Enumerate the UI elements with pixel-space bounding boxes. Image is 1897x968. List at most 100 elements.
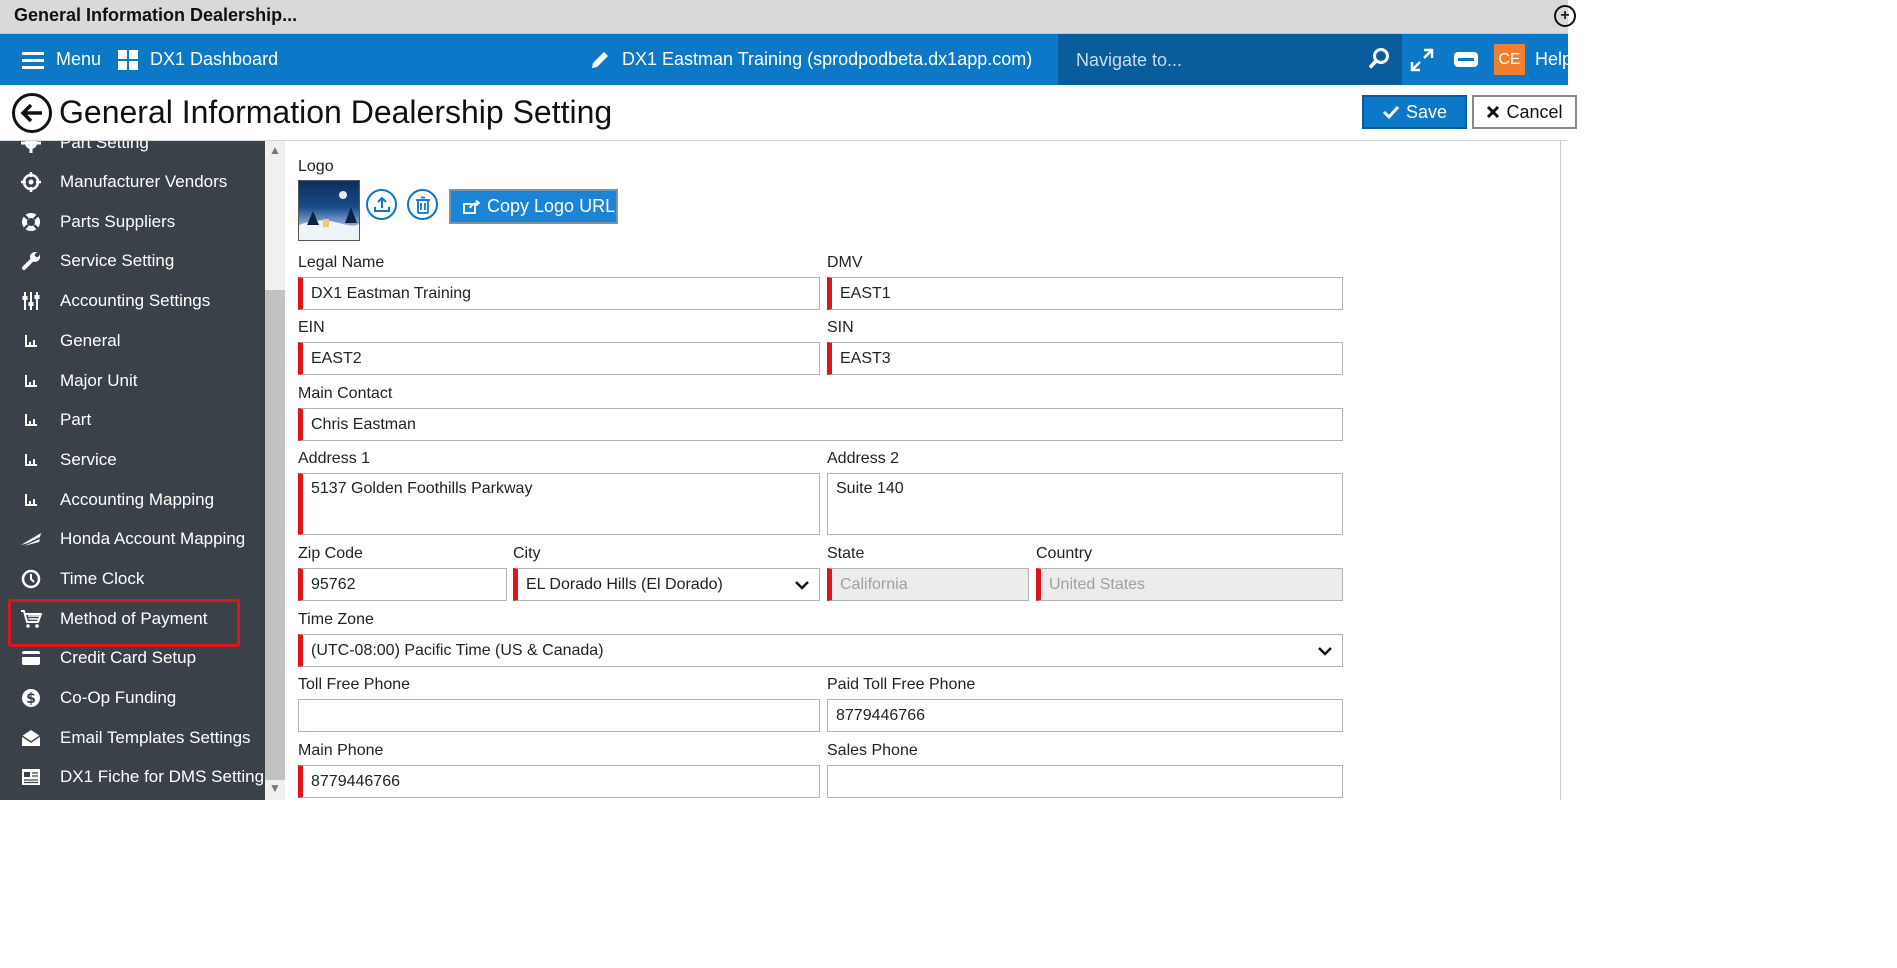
address1-field[interactable]: 5137 Golden Foothills Parkway (298, 473, 820, 535)
credit-card-icon (20, 647, 42, 669)
state-label: State (827, 545, 865, 562)
check-icon (1382, 105, 1400, 120)
save-button[interactable]: Save (1362, 95, 1467, 129)
newspaper-icon (20, 766, 42, 788)
dashboard-link[interactable]: DX1 Dashboard (118, 34, 278, 85)
dmv-field[interactable]: EAST1 (827, 277, 1343, 310)
sidebar-item-manufacturer-vendors[interactable]: Manufacturer Vendors (0, 162, 265, 202)
window-title: General Information Dealership... (14, 5, 298, 25)
general-info-form: Logo Copy Logo URL Legal Name DX1 Eastma… (285, 141, 1568, 800)
lifebuoy-icon (20, 211, 42, 233)
page-scrollbar[interactable] (1560, 141, 1568, 800)
sales-phone-label: Sales Phone (827, 742, 918, 759)
ein-label: EIN (298, 319, 325, 336)
chat-button[interactable] (1453, 34, 1479, 85)
sidebar-item-label: Part (60, 410, 92, 429)
city-select[interactable]: EL Dorado Hills (El Dorado) (513, 568, 820, 601)
city-label: City (513, 545, 541, 562)
ein-field[interactable]: EAST2 (298, 342, 820, 375)
sidebar-item-accounting-mapping[interactable]: Accounting Mapping (0, 480, 265, 520)
main-phone-field[interactable]: 8779446766 (298, 765, 820, 798)
trash-icon (415, 196, 430, 214)
sidebar-item-label: General (60, 331, 121, 350)
sidebar-item-honda-account-mapping[interactable]: Honda Account Mapping (0, 519, 265, 559)
upload-icon (373, 196, 390, 212)
sidebar-item-service-setting[interactable]: Service Setting (0, 241, 265, 281)
state-field: California (827, 568, 1029, 601)
chat-icon (1454, 51, 1478, 67)
help-label: Help (1535, 49, 1573, 69)
sidebar-item-label: Accounting Mapping (60, 490, 215, 509)
sidebar-item-label: Service Setting (60, 251, 175, 270)
sidebar-item-accounting-settings[interactable]: Accounting Settings (0, 281, 265, 321)
sidebar-item-label: Time Clock (60, 569, 145, 588)
app-topbar: Menu DX1 Dashboard DX1 Eastman Training … (0, 34, 1572, 85)
delete-logo-button[interactable] (407, 189, 438, 220)
small-chart-icon (20, 489, 42, 511)
dollar-icon: $ (20, 687, 42, 709)
zip-field[interactable]: 95762 (298, 568, 507, 601)
cancel-button[interactable]: Cancel (1472, 95, 1577, 129)
hamburger-icon (22, 51, 44, 69)
arrow-left-icon (20, 103, 42, 123)
sidebar-item-general[interactable]: General (0, 321, 265, 361)
expand-icon (1410, 48, 1434, 71)
search-icon[interactable] (1368, 48, 1390, 70)
sidebar-item-email-templates-settings[interactable]: Email Templates Settings (0, 718, 265, 758)
legal-name-value: DX1 Eastman Training (311, 284, 472, 302)
time-zone-label: Time Zone (298, 611, 374, 628)
page-header: General Information Dealership Setting S… (0, 85, 1577, 141)
sidebar-item-label: Email Templates Settings (60, 728, 251, 747)
small-chart-icon (20, 449, 42, 471)
sidebar-item-time-clock[interactable]: Time Clock (0, 559, 265, 599)
sidebar-item-label: Major Unit (60, 371, 138, 390)
sidebar-item-label: Service (60, 450, 117, 469)
copy-logo-url-button[interactable]: Copy Logo URL (449, 189, 618, 224)
small-chart-icon (20, 409, 42, 431)
paid-toll-free-value: 8779446766 (836, 706, 925, 724)
sidebar-item-part[interactable]: Part (0, 400, 265, 440)
paid-toll-free-field[interactable]: 8779446766 (827, 699, 1343, 732)
dmv-value: EAST1 (840, 284, 891, 302)
address2-field[interactable]: Suite 140 (827, 473, 1343, 535)
scroll-down-icon[interactable]: ▼ (265, 781, 285, 799)
fullscreen-button[interactable] (1410, 34, 1434, 85)
copy-logo-url-label: Copy Logo URL (487, 196, 616, 216)
zip-label: Zip Code (298, 545, 363, 562)
navigate-input[interactable] (1076, 46, 1346, 74)
time-zone-select[interactable]: (UTC-08:00) Pacific Time (US & Canada) (298, 634, 1343, 667)
honda-wing-icon (20, 528, 42, 550)
sidebar-item-label: Parts Suppliers (60, 212, 176, 231)
dealership-switcher[interactable]: DX1 Eastman Training (sprodpodbeta.dx1ap… (590, 34, 1032, 85)
sidebar-item-label: Honda Account Mapping (60, 529, 246, 548)
address1-value: 5137 Golden Foothills Parkway (311, 480, 533, 497)
sidebar-scroll-thumb[interactable] (265, 290, 285, 780)
sidebar-item-parts-suppliers[interactable]: Parts Suppliers (0, 202, 265, 242)
dmv-label: DMV (827, 254, 863, 271)
main-contact-field[interactable]: Chris Eastman (298, 408, 1343, 441)
menu-button[interactable]: Menu (22, 34, 101, 85)
country-value: United States (1049, 575, 1146, 593)
clock-icon (20, 568, 42, 590)
sin-field[interactable]: EAST3 (827, 342, 1343, 375)
sidebar-item-label: Co-Op Funding (60, 688, 177, 707)
user-avatar[interactable]: CE (1494, 44, 1525, 75)
dealership-label: DX1 Eastman Training (sprodpodbeta.dx1ap… (622, 49, 1033, 69)
ein-value: EAST2 (311, 349, 362, 367)
sidebar-item-major-unit[interactable]: Major Unit (0, 361, 265, 401)
new-window-icon[interactable]: + (1554, 5, 1576, 27)
help-link[interactable]: Help (1535, 34, 1572, 85)
paid-toll-free-label: Paid Toll Free Phone (827, 676, 976, 693)
back-button[interactable] (12, 93, 52, 133)
upload-logo-button[interactable] (366, 189, 397, 220)
scroll-up-icon[interactable]: ▲ (265, 143, 285, 161)
legal-name-field[interactable]: DX1 Eastman Training (298, 277, 820, 310)
sales-phone-field[interactable] (827, 765, 1343, 798)
sidebar-item-dx1-fiche[interactable]: DX1 Fiche for DMS Setting (0, 757, 265, 797)
sidebar-item-part-setting[interactable]: Part Setting (0, 141, 265, 163)
cancel-label: Cancel (1506, 101, 1563, 122)
sidebar-item-co-op-funding[interactable]: $ Co-Op Funding (0, 678, 265, 718)
sidebar-item-service[interactable]: Service (0, 440, 265, 480)
toll-free-field[interactable] (298, 699, 820, 732)
main-contact-label: Main Contact (298, 385, 393, 402)
